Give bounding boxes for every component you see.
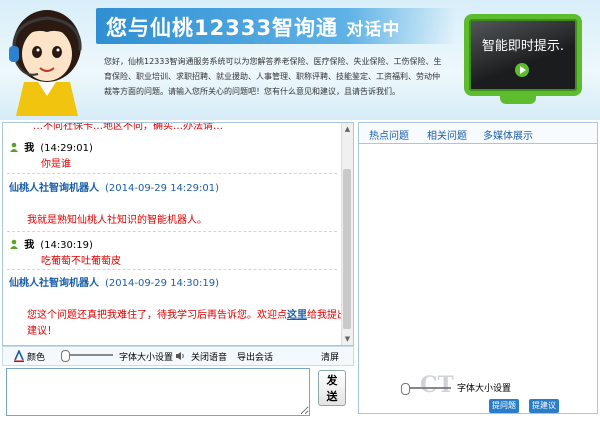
font-color-icon[interactable] <box>13 350 25 362</box>
smart-tip-screen[interactable]: 智能即时提示. <box>456 6 586 110</box>
clear-screen-button[interactable]: 清屏 <box>321 350 339 363</box>
user-message-header: 我 (14:30:19) <box>9 236 93 251</box>
close-voice-button[interactable]: 关闭语音 <box>191 350 227 363</box>
make-suggestion-button[interactable]: 提建议 <box>529 399 559 413</box>
tab-multimedia[interactable]: 多媒体展示 <box>483 127 533 142</box>
cut-off-message: …不同社保卡…地区不同，确实…办法请… <box>33 123 223 132</box>
bot-message-header: 仙桃人社智询机器人 (2014-09-29 14:29:01) <box>9 183 220 194</box>
scroll-up-arrow-icon[interactable]: ▲ <box>342 123 353 135</box>
user-message-text: 你是谁 <box>41 159 71 170</box>
user-message-header: 我 (14:29:01) <box>9 139 93 154</box>
watermark: CT <box>420 372 454 398</box>
message-divider <box>7 231 337 232</box>
chat-panel: …不同社保卡…地区不同，确实…办法请… 我 (14:29:01) 你是谁 仙桃人社… <box>2 122 354 346</box>
side-font-size-label: 字体大小设置 <box>457 384 512 394</box>
header-banner: 您与仙桃12333智询通 对话中 您好，仙桃12333智询通服务系统可以为您解答… <box>0 0 600 120</box>
font-size-slider[interactable] <box>61 350 113 362</box>
scroll-thumb[interactable] <box>343 169 351 329</box>
assistant-avatar-icon <box>9 10 82 116</box>
message-divider <box>7 173 337 174</box>
chat-scrollbar[interactable]: ▲ ▼ <box>341 123 353 345</box>
bot-message-text: 我就是熟知仙桃人社知识的智能机器人。 <box>27 215 207 226</box>
message-input[interactable] <box>6 368 310 416</box>
side-panel: 热点问题 相关问题 多媒体展示 字体大小设置 提问题 提建议 <box>358 122 598 414</box>
user-message-text: 吃葡萄不吐葡萄皮 <box>41 256 121 267</box>
page-title: 您与仙桃12333智询通 对话中 <box>106 16 401 40</box>
font-size-label: 字体大小设置 <box>119 353 174 363</box>
suggestion-link[interactable]: 这里 <box>287 310 307 321</box>
ask-question-button[interactable]: 提问题 <box>489 399 519 413</box>
bot-message-header: 仙桃人社智询机器人 (2014-09-29 14:30:19) <box>9 278 220 289</box>
tab-hot-questions[interactable]: 热点问题 <box>369 127 409 142</box>
scroll-down-arrow-icon[interactable]: ▼ <box>342 333 353 345</box>
chat-toolbar: 颜色 字体大小设置 关闭语音 导出会话 清屏 <box>2 346 354 366</box>
active-tab-indicator <box>367 141 411 143</box>
user-icon <box>10 142 18 152</box>
slider-knob[interactable] <box>61 350 70 362</box>
export-chat-button[interactable]: 导出会话 <box>237 350 273 363</box>
message-list: …不同社保卡…地区不同，确实…办法请… 我 (14:29:01) 你是谁 仙桃人社… <box>3 123 341 345</box>
tv-screen: 智能即时提示. <box>464 14 582 96</box>
message-divider <box>7 269 337 270</box>
play-icon[interactable] <box>515 63 529 77</box>
bot-message-text-cont: 建议！ <box>27 326 57 337</box>
tv-stand <box>500 94 536 104</box>
user-icon <box>10 239 18 249</box>
speaker-icon[interactable] <box>175 351 185 361</box>
tab-related-questions[interactable]: 相关问题 <box>427 127 467 142</box>
send-button[interactable]: 发 送 <box>318 370 346 406</box>
slider-knob[interactable] <box>401 383 410 395</box>
color-button[interactable]: 颜色 <box>27 350 45 363</box>
service-intro: 您好，仙桃12333智询通服务系统可以为您解答养老保险、医疗保险、失业保险、工伤… <box>104 57 442 96</box>
tv-text: 智能即时提示. <box>481 39 565 54</box>
bot-message-text: 您这个问题还真把我难住了，待我学习后再告诉您。欢迎点这里给我提出 <box>27 310 341 321</box>
